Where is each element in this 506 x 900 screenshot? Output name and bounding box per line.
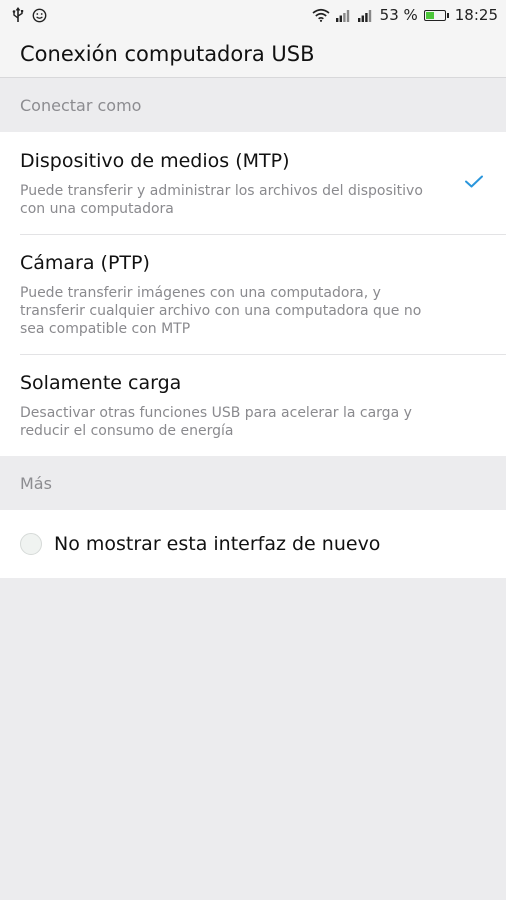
status-bar: 53 % 18:25 <box>0 0 506 30</box>
option-description: Desactivar otras funciones USB para acel… <box>20 405 412 439</box>
section-header-connect-as: Conectar como <box>20 95 142 115</box>
dont-show-again-checkbox[interactable] <box>20 533 42 555</box>
checkmark-icon <box>464 174 484 193</box>
signal-icon <box>357 9 374 22</box>
dont-show-again-label: No mostrar esta interfaz de nuevo <box>54 533 381 555</box>
option-charge-only[interactable]: Solamente carga Desactivar otras funcion… <box>0 354 506 456</box>
option-mtp[interactable]: Dispositivo de medios (MTP) Puede transf… <box>0 132 506 234</box>
usb-mode-list: Dispositivo de medios (MTP) Puede transf… <box>0 132 506 456</box>
option-title: Cámara (PTP) <box>20 252 150 274</box>
app-bar: Conexión computadora USB <box>0 30 506 78</box>
status-bar-left <box>12 7 47 23</box>
wifi-icon <box>312 8 330 22</box>
usb-icon <box>12 7 24 23</box>
section-header-more: Más <box>20 473 52 493</box>
page-title: Conexión computadora USB <box>20 41 315 66</box>
status-bar-right: 53 % 18:25 <box>312 6 498 24</box>
dont-show-again-row[interactable]: No mostrar esta interfaz de nuevo <box>0 510 506 578</box>
option-description: Puede transferir y administrar los archi… <box>20 183 423 217</box>
option-ptp[interactable]: Cámara (PTP) Puede transferir imágenes c… <box>0 234 506 354</box>
option-title: Solamente carga <box>20 372 182 394</box>
battery-icon <box>423 9 449 21</box>
option-description: Puede transferir imágenes con una comput… <box>20 285 422 337</box>
signal-icon <box>335 9 352 22</box>
battery-percent: 53 % <box>379 6 418 24</box>
clock: 18:25 <box>454 6 498 24</box>
smiley-icon <box>32 8 47 23</box>
option-title: Dispositivo de medios (MTP) <box>20 150 290 172</box>
